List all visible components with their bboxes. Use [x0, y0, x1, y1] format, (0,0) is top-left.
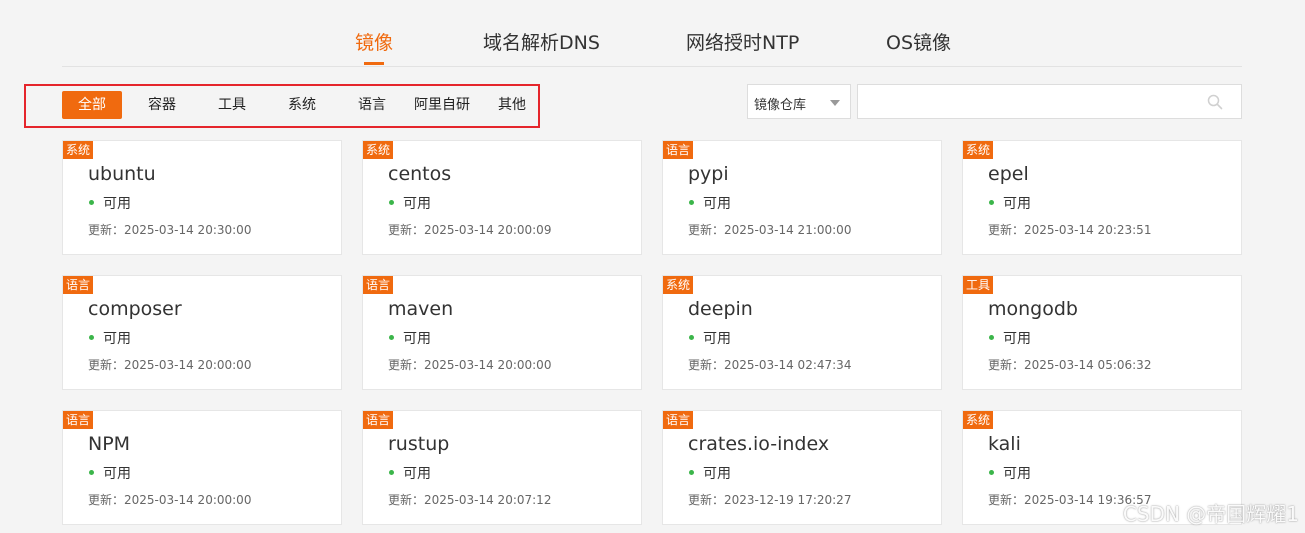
filter-system[interactable]: 系统	[277, 91, 327, 119]
mirror-name[interactable]: ubuntu	[88, 163, 156, 185]
category-badge: 系统	[663, 276, 694, 294]
filter-alibaba[interactable]: 阿里自研	[409, 91, 475, 119]
category-badge: 语言	[663, 141, 694, 159]
mirror-card[interactable]: 语言 rustup 可用 更新：2025-03-14 20:07:12	[362, 410, 642, 525]
status-dot-icon	[689, 200, 694, 205]
mirror-card[interactable]: 语言 crates.io-index 可用 更新：2023-12-19 17:2…	[662, 410, 942, 525]
mirror-name[interactable]: composer	[88, 298, 182, 320]
mirror-updated-time: 更新：2025-03-14 20:23:51	[988, 223, 1152, 237]
mirror-status: 可用	[703, 331, 731, 347]
mirror-card[interactable]: 语言 maven 可用 更新：2025-03-14 20:00:00	[362, 275, 642, 390]
category-badge: 系统	[63, 141, 94, 159]
mirror-status: 可用	[703, 466, 731, 482]
mirror-card[interactable]: 系统 deepin 可用 更新：2025-03-14 02:47:34	[662, 275, 942, 390]
mirror-status: 可用	[1003, 196, 1031, 212]
status-dot-icon	[389, 335, 394, 340]
filter-tools[interactable]: 工具	[207, 91, 257, 119]
mirror-updated-time: 更新：2023-12-19 17:20:27	[688, 493, 852, 507]
search-input[interactable]	[857, 84, 1242, 119]
mirror-status: 可用	[1003, 331, 1031, 347]
mirror-name[interactable]: NPM	[88, 433, 130, 455]
mirror-name[interactable]: maven	[388, 298, 453, 320]
status-dot-icon	[989, 470, 994, 475]
repo-type-select[interactable]: 镜像仓库	[747, 84, 851, 119]
mirror-status: 可用	[103, 331, 131, 347]
status-dot-icon	[389, 200, 394, 205]
filter-all[interactable]: 全部	[62, 91, 122, 119]
mirror-updated-time: 更新：2025-03-14 20:00:00	[88, 493, 252, 507]
mirror-status: 可用	[403, 196, 431, 212]
status-dot-icon	[689, 335, 694, 340]
repo-select-value: 镜像仓库	[754, 98, 807, 113]
mirror-updated-time: 更新：2025-03-14 02:47:34	[688, 358, 852, 372]
mirror-card[interactable]: 系统 epel 可用 更新：2025-03-14 20:23:51	[962, 140, 1242, 255]
active-tab-underline	[364, 62, 384, 65]
mirror-updated-time: 更新：2025-03-14 21:00:00	[688, 223, 852, 237]
category-badge: 语言	[63, 276, 94, 294]
status-dot-icon	[989, 200, 994, 205]
filter-language[interactable]: 语言	[347, 91, 397, 119]
mirror-name[interactable]: crates.io-index	[688, 433, 829, 455]
mirror-name[interactable]: kali	[988, 433, 1021, 455]
tab-dns[interactable]: 域名解析DNS	[483, 28, 600, 55]
mirror-card[interactable]: 语言 pypi 可用 更新：2025-03-14 21:00:00	[662, 140, 942, 255]
mirror-name[interactable]: rustup	[388, 433, 449, 455]
mirror-updated-time: 更新：2025-03-14 20:30:00	[88, 223, 252, 237]
mirror-updated-time: 更新：2025-03-14 20:00:00	[88, 358, 252, 372]
category-badge: 语言	[363, 276, 394, 294]
mirror-name[interactable]: centos	[388, 163, 451, 185]
mirror-updated-time: 更新：2025-03-14 05:06:32	[988, 358, 1152, 372]
search-icon[interactable]	[1207, 94, 1223, 110]
mirror-status: 可用	[403, 331, 431, 347]
mirror-card[interactable]: 工具 mongodb 可用 更新：2025-03-14 05:06:32	[962, 275, 1242, 390]
mirror-name[interactable]: epel	[988, 163, 1029, 185]
mirror-updated-time: 更新：2025-03-14 20:00:00	[388, 358, 552, 372]
mirror-card[interactable]: 系统 ubuntu 可用 更新：2025-03-14 20:30:00	[62, 140, 342, 255]
mirror-status: 可用	[403, 466, 431, 482]
tab-mirror[interactable]: 镜像	[355, 28, 393, 55]
mirror-name[interactable]: mongodb	[988, 298, 1078, 320]
status-dot-icon	[689, 470, 694, 475]
mirror-name[interactable]: deepin	[688, 298, 753, 320]
category-badge: 语言	[363, 411, 394, 429]
status-dot-icon	[89, 335, 94, 340]
category-badge: 系统	[363, 141, 394, 159]
mirror-status: 可用	[103, 466, 131, 482]
mirror-card[interactable]: 语言 NPM 可用 更新：2025-03-14 20:00:00	[62, 410, 342, 525]
caret-down-icon	[830, 100, 840, 106]
status-dot-icon	[389, 470, 394, 475]
category-badge: 语言	[63, 411, 94, 429]
mirror-status: 可用	[103, 196, 131, 212]
mirror-card[interactable]: 系统 centos 可用 更新：2025-03-14 20:00:09	[362, 140, 642, 255]
status-dot-icon	[89, 470, 94, 475]
category-badge: 系统	[963, 411, 994, 429]
category-badge: 系统	[963, 141, 994, 159]
category-badge: 语言	[663, 411, 694, 429]
top-tab-bar: 镜像 域名解析DNS 网络授时NTP OS镜像	[62, 0, 1242, 67]
status-dot-icon	[989, 335, 994, 340]
mirror-status: 可用	[1003, 466, 1031, 482]
filter-container[interactable]: 容器	[137, 91, 187, 119]
csdn-watermark: CSDN @帝国辉耀1	[1122, 502, 1299, 526]
mirror-name[interactable]: pypi	[688, 163, 729, 185]
mirror-status: 可用	[703, 196, 731, 212]
mirror-updated-time: 更新：2025-03-14 20:07:12	[388, 493, 552, 507]
mirror-card[interactable]: 语言 composer 可用 更新：2025-03-14 20:00:00	[62, 275, 342, 390]
tab-ntp[interactable]: 网络授时NTP	[686, 28, 799, 55]
tab-os-mirror[interactable]: OS镜像	[886, 28, 951, 55]
filter-other[interactable]: 其他	[487, 91, 537, 119]
status-dot-icon	[89, 200, 94, 205]
mirror-updated-time: 更新：2025-03-14 20:00:09	[388, 223, 552, 237]
category-badge: 工具	[963, 276, 994, 294]
